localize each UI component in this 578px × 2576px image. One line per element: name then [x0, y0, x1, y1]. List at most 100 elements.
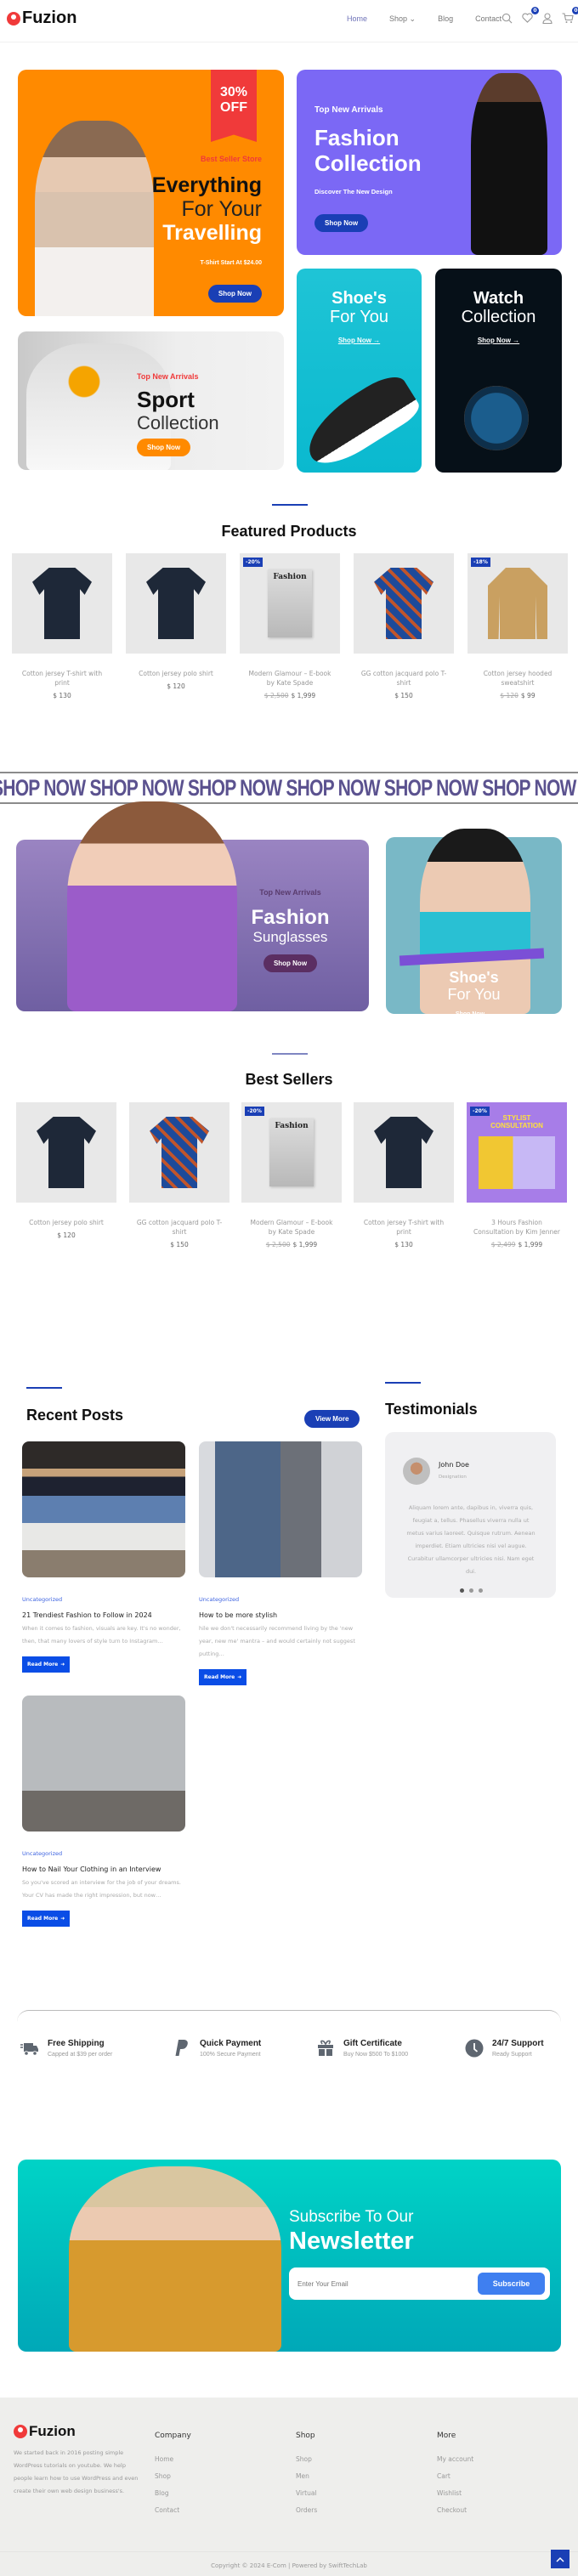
search-icon[interactable]	[500, 11, 513, 25]
carousel-dot-2[interactable]	[469, 1588, 473, 1593]
post-1-title[interactable]: 21 Trendiest Fashion to Follow in 2024	[22, 1611, 185, 1619]
post-1-read-more-button[interactable]: Read More ➜	[22, 1656, 71, 1673]
product-name[interactable]: Cotton jersey hooded sweatshirt	[468, 669, 568, 688]
product-image[interactable]	[354, 1102, 454, 1203]
hero-sport-eyebrow: Top New Arrivals	[137, 372, 199, 381]
product-image[interactable]	[126, 553, 226, 654]
hero-watch-line2: Collection	[461, 308, 536, 326]
bestsellers-title: Best Sellers	[245, 1071, 333, 1088]
nav-shop[interactable]: Shop ⌄	[389, 14, 416, 24]
footer-link-checkout[interactable]: Checkout	[437, 2506, 473, 2514]
promo-sunglasses-shop-button[interactable]: Shop Now	[263, 954, 318, 972]
product-old-price: $ 2,500	[264, 692, 289, 699]
product-name[interactable]: Modern Glamour – E-book by Kate Spade	[240, 669, 340, 688]
footer-link-shop[interactable]: Shop	[155, 2472, 191, 2480]
product-name[interactable]: Cotton jersey polo shirt	[126, 669, 226, 678]
carousel-dot-1[interactable]	[460, 1588, 464, 1593]
post-3-category[interactable]: Uncategorized	[22, 1850, 185, 1857]
arrow-right-icon: ➜	[237, 1674, 242, 1680]
product-image[interactable]	[16, 1102, 116, 1203]
product-image[interactable]	[129, 1102, 230, 1203]
post-2-category[interactable]: Uncategorized	[199, 1596, 362, 1603]
hero-watch-shop-link[interactable]: Shop Now →	[435, 337, 562, 344]
promo-shoes-shop-link[interactable]: Shop Now →	[386, 1011, 562, 1017]
nav-contact[interactable]: Contact	[475, 14, 502, 24]
product-image[interactable]: -18%	[468, 553, 568, 654]
bestsellers-product-card[interactable]: STYLIST CONSULTATION -20% 3 Hours Fashion C…	[467, 1102, 567, 1248]
product-name[interactable]: Cotton jersey T-shirt with print	[12, 669, 112, 688]
view-more-button[interactable]: View More	[304, 1410, 360, 1428]
read-more-label: Read More	[27, 1662, 59, 1667]
carousel-dot-3[interactable]	[479, 1588, 483, 1593]
product-image[interactable]: Fashion -20%	[240, 553, 340, 654]
post-3-title[interactable]: How to Nail Your Clothing in an Intervie…	[22, 1865, 185, 1873]
hero-watch-banner[interactable]: Watch Collection Shop Now →	[435, 269, 562, 473]
cart-icon[interactable]: 0	[561, 7, 578, 25]
sale-badge: -20%	[245, 1107, 264, 1116]
hero-fashion-banner[interactable]: Top New Arrivals Fashion Collection Disc…	[297, 70, 562, 255]
product-image[interactable]: Fashion -20%	[241, 1102, 342, 1203]
product-current-price: $ 1,999	[291, 692, 316, 699]
user-account-icon[interactable]	[541, 11, 554, 25]
newsletter-subscribe-button[interactable]: Subscribe	[478, 2273, 545, 2295]
post-2-read-more-button[interactable]: Read More ➜	[199, 1669, 247, 1685]
promo-shoes-banner[interactable]: Shoe's For You Shop Now →	[386, 801, 562, 1017]
post-card-1[interactable]: Uncategorized 21 Trendiest Fashion to Fo…	[22, 1441, 185, 1673]
bestsellers-product-card[interactable]: GG cotton jacquard polo T-shirt $ 150	[129, 1102, 230, 1248]
footer-logo[interactable]: Fuzion	[14, 2423, 76, 2440]
product-name[interactable]: 3 Hours Fashion Consultation by Kim Jenn…	[467, 1218, 567, 1237]
product-name[interactable]: Modern Glamour – E-book by Kate Spade	[241, 1218, 342, 1237]
post-2-title[interactable]: How to be more stylish	[199, 1611, 362, 1619]
arrow-right-icon: ➜	[60, 1662, 65, 1667]
product-name[interactable]: Cotton jersey polo shirt	[16, 1218, 116, 1227]
featured-product-card[interactable]: GG cotton jacquard polo T-shirt $ 150	[354, 553, 454, 699]
bestsellers-product-card[interactable]: Fashion -20% Modern Glamour – E-book by Ka…	[241, 1102, 342, 1248]
post-2-image	[199, 1441, 362, 1577]
product-name[interactable]: GG cotton jacquard polo T-shirt	[354, 669, 454, 688]
bestsellers-product-card[interactable]: Cotton jersey T-shirt with print $ 130	[354, 1102, 454, 1248]
footer-link-virtual[interactable]: Virtual	[296, 2489, 317, 2497]
post-1-category[interactable]: Uncategorized	[22, 1596, 185, 1603]
footer-link-shop-all[interactable]: Shop	[296, 2455, 317, 2463]
featured-product-card[interactable]: -18% Cotton jersey hooded sweatshirt $ 120…	[468, 553, 568, 699]
footer-link-home[interactable]: Home	[155, 2455, 191, 2463]
nav-home[interactable]: Home	[347, 14, 367, 24]
featured-product-card[interactable]: Fashion -20% Modern Glamour – E-book by Ka…	[240, 553, 340, 699]
promo-sunglasses-banner[interactable]: Top New Arrivals Fashion Sunglasses Shop…	[16, 801, 369, 1011]
post-card-2[interactable]: Uncategorized How to be more stylish hil…	[199, 1441, 362, 1685]
product-image[interactable]: STYLIST CONSULTATION -20%	[467, 1102, 567, 1203]
hero-travel-banner[interactable]: 30% OFF Best Seller Store Everything For…	[18, 70, 284, 316]
product-name[interactable]: Cotton jersey T-shirt with print	[354, 1218, 454, 1237]
wishlist-heart-icon[interactable]: 0	[520, 7, 539, 25]
footer-brand-name: Fuzion	[29, 2423, 76, 2439]
nav-blog[interactable]: Blog	[438, 14, 453, 24]
footer-link-wishlist[interactable]: Wishlist	[437, 2489, 473, 2497]
footer-link-men[interactable]: Men	[296, 2472, 317, 2480]
product-image[interactable]	[12, 553, 112, 654]
shop-now-marquee[interactable]: SHOP NOW SHOP NOW SHOP NOW SHOP NOW SHOP…	[0, 772, 578, 804]
logo[interactable]: Fuzion	[7, 8, 76, 28]
feature-2-title: Quick Payment	[200, 2039, 262, 2048]
featured-product-card[interactable]: Cotton jersey polo shirt $ 120	[126, 553, 226, 690]
hero-fashion-shop-button[interactable]: Shop Now	[314, 214, 369, 232]
footer-link-orders[interactable]: Orders	[296, 2506, 317, 2514]
back-to-top-button[interactable]	[551, 2550, 570, 2568]
footer-link-contact[interactable]: Contact	[155, 2506, 191, 2514]
product-name[interactable]: GG cotton jacquard polo T-shirt	[129, 1218, 230, 1237]
feature-3-title: Gift Certificate	[343, 2039, 402, 2048]
post-3-read-more-button[interactable]: Read More ➜	[22, 1911, 71, 1927]
newsletter-email-input[interactable]	[298, 2276, 468, 2291]
hero-sport-shop-button[interactable]: Shop Now	[137, 439, 191, 456]
product-image[interactable]	[354, 553, 454, 654]
hero-travel-shop-button[interactable]: Shop Now	[207, 285, 262, 303]
hero-sport-banner[interactable]: Top New Arrivals Sport Collection Shop N…	[18, 331, 284, 470]
footer-link-blog[interactable]: Blog	[155, 2489, 191, 2497]
footer-link-my-account[interactable]: My account	[437, 2455, 473, 2463]
hero-shoes-banner[interactable]: Shoe's For You Shop Now →	[297, 269, 422, 473]
sweat-product-image	[488, 568, 547, 639]
bestsellers-product-card[interactable]: Cotton jersey polo shirt $ 120	[16, 1102, 116, 1239]
footer-link-cart[interactable]: Cart	[437, 2472, 473, 2480]
featured-product-card[interactable]: Cotton jersey T-shirt with print $ 130	[12, 553, 112, 699]
hero-shoes-shop-link[interactable]: Shop Now →	[297, 337, 422, 344]
post-card-3[interactable]: Uncategorized How to Nail Your Clothing …	[22, 1696, 185, 1927]
